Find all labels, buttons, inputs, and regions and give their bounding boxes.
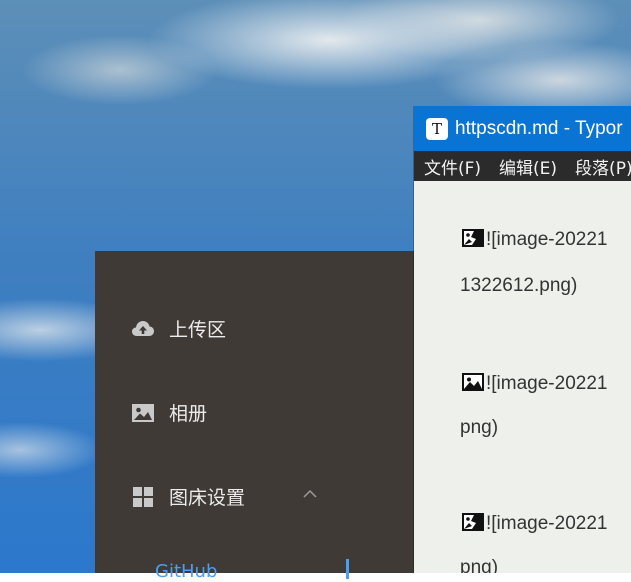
image-link-text: ![image-20221: [486, 513, 608, 534]
image-link-line[interactable]: ![image-20221: [460, 227, 607, 251]
menu-edit[interactable]: 编辑(E): [499, 154, 557, 179]
menu-bar: 文件(F) 编辑(E) 段落(P): [414, 151, 631, 181]
broken-image-icon: [462, 229, 484, 247]
nav-settings-label: 图床设置: [169, 487, 246, 509]
nav-upload-area[interactable]: 上传区: [131, 315, 226, 342]
menu-file[interactable]: 文件(F): [424, 154, 481, 179]
text-line: png): [460, 557, 499, 573]
image-icon: [131, 401, 155, 425]
sidebar-item-github[interactable]: GitHub: [155, 561, 217, 582]
broken-image-icon: [462, 513, 484, 531]
nav-upload-label: 上传区: [169, 319, 227, 341]
grid-icon: [131, 485, 155, 509]
image-link-text: ![image-20221: [486, 229, 608, 250]
chevron-up-icon[interactable]: [303, 487, 317, 501]
window-title: httpscdn.md - Typor: [455, 117, 623, 139]
text-line: png): [460, 417, 499, 438]
image-icon: [462, 373, 484, 391]
text-line: 1322612.png): [460, 275, 578, 296]
image-link-text: ![image-20221: [486, 373, 608, 394]
image-link-line[interactable]: ![image-20221: [460, 511, 607, 535]
menu-paragraph[interactable]: 段落(P): [575, 154, 631, 179]
typora-app-icon: T: [426, 117, 448, 140]
picgo-sidebar: 上传区 相册 图床设置 GitHub: [95, 251, 415, 582]
nav-album-label: 相册: [169, 403, 208, 425]
nav-picbed-settings[interactable]: 图床设置: [131, 483, 245, 510]
typora-window: T httpscdn.md - Typor 文件(F) 编辑(E) 段落(P) …: [414, 106, 631, 573]
active-indicator: [346, 559, 349, 579]
upload-cloud-icon: [131, 317, 155, 341]
title-bar: T httpscdn.md - Typor: [414, 106, 631, 151]
image-link-line[interactable]: ![image-20221: [460, 371, 607, 395]
editor-content[interactable]: ![image-20221 1322612.png) ![image-20221…: [414, 181, 631, 573]
nav-album[interactable]: 相册: [131, 399, 207, 426]
